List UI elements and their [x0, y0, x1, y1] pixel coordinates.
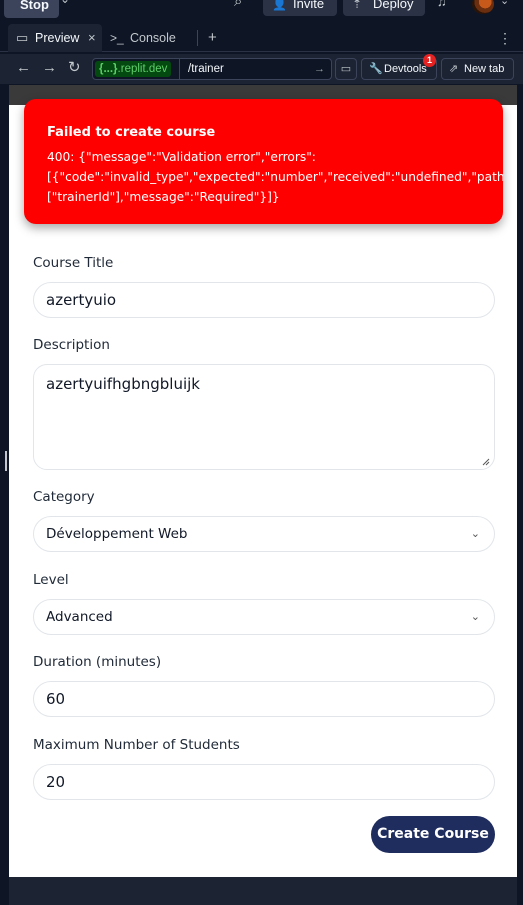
back-arrow-icon[interactable]: ←: [16, 59, 31, 76]
add-tab-icon[interactable]: +: [208, 24, 217, 52]
max-students-label: Maximum Number of Students: [33, 737, 240, 753]
tab-preview-label: Preview: [35, 31, 80, 45]
preview-browser-bar: ← → ↻ {...}.replit.dev /trainer → ▭ 🔧 De…: [0, 54, 523, 84]
tab-console[interactable]: >_ Console: [108, 24, 176, 52]
toast-title: Failed to create course: [47, 125, 216, 140]
monitor-icon: ▭: [16, 30, 29, 45]
preview-footer: [9, 877, 517, 905]
chevron-down-icon: ⌄: [470, 527, 480, 540]
url-domain-badge: {...}.replit.dev: [95, 61, 172, 77]
url-path-input[interactable]: /trainer: [179, 59, 327, 79]
invite-button-label: Invite: [293, 0, 325, 11]
tab-divider: [197, 30, 198, 46]
close-icon[interactable]: ×: [88, 24, 96, 52]
description-textarea[interactable]: azertyuifhgbngbluijk: [33, 364, 495, 470]
devtools-label: Devtools: [384, 63, 427, 75]
bell-icon[interactable]: ♫: [437, 0, 447, 9]
category-label: Category: [33, 489, 95, 505]
deploy-icon: ⇡: [352, 0, 363, 11]
pane-tabs: ▭ Preview × >_ Console + ⋮: [0, 24, 523, 52]
description-value: azertyuifhgbngbluijk: [46, 375, 200, 393]
stop-button-label: Stop: [20, 0, 49, 12]
stop-button[interactable]: Stop: [4, 0, 59, 18]
toast-message: 400: {"message":"Validation error","erro…: [47, 150, 503, 204]
level-value: Advanced: [46, 609, 113, 625]
chevron-down-icon[interactable]: ⌄: [60, 0, 70, 6]
max-students-input[interactable]: 20: [33, 764, 495, 800]
workspace-header: Stop ⌄ ⌕ 👤 Invite ⇡ Deploy ♫ ⌄: [0, 0, 523, 22]
forward-arrow-icon[interactable]: →: [42, 59, 57, 76]
category-value: Développement Web: [46, 526, 188, 542]
url-domain-badge-text: {...}: [99, 63, 118, 75]
course-title-input[interactable]: azertyuio: [33, 282, 495, 318]
deploy-button[interactable]: ⇡ Deploy: [343, 0, 425, 16]
avatar[interactable]: [472, 0, 494, 14]
reload-icon[interactable]: ↻: [68, 58, 81, 76]
error-toast[interactable]: Failed to create course 400: {"message":…: [24, 99, 503, 224]
deploy-button-label: Deploy: [373, 0, 414, 11]
chevron-down-icon[interactable]: ⌄: [500, 0, 509, 7]
go-arrow-icon[interactable]: →: [314, 59, 325, 79]
resize-handle[interactable]: [5, 451, 7, 471]
more-options-icon[interactable]: ⋮: [498, 24, 512, 52]
duration-input[interactable]: 60: [33, 681, 495, 717]
new-tab-button[interactable]: ⇗ New tab: [441, 58, 514, 80]
course-title-label: Course Title: [33, 255, 114, 271]
create-course-button[interactable]: Create Course: [371, 816, 495, 853]
url-bar[interactable]: {...}.replit.dev /trainer →: [92, 58, 332, 80]
user-plus-icon: 👤: [272, 0, 287, 11]
invite-button[interactable]: 👤 Invite: [263, 0, 337, 16]
wrench-icon: 🔧: [369, 63, 383, 75]
devtools-error-badge: 1: [423, 54, 436, 67]
screen-icon: ▭: [340, 63, 352, 75]
chevron-down-icon: ⌄: [470, 610, 480, 623]
screen-size-button[interactable]: ▭: [335, 58, 357, 80]
description-label: Description: [33, 337, 110, 353]
new-tab-label: New tab: [464, 63, 505, 75]
duration-label: Duration (minutes): [33, 654, 162, 670]
tab-console-label: Console: [130, 31, 176, 45]
terminal-icon: >_: [110, 31, 124, 45]
resize-grip-icon[interactable]: [482, 458, 490, 466]
search-icon[interactable]: ⌕: [234, 0, 242, 10]
level-label: Level: [33, 572, 69, 588]
external-link-icon: ⇗: [449, 63, 459, 75]
level-select[interactable]: Advanced ⌄: [33, 599, 495, 635]
category-select[interactable]: Développement Web ⌄: [33, 516, 495, 552]
url-domain: .replit.dev: [117, 63, 168, 75]
